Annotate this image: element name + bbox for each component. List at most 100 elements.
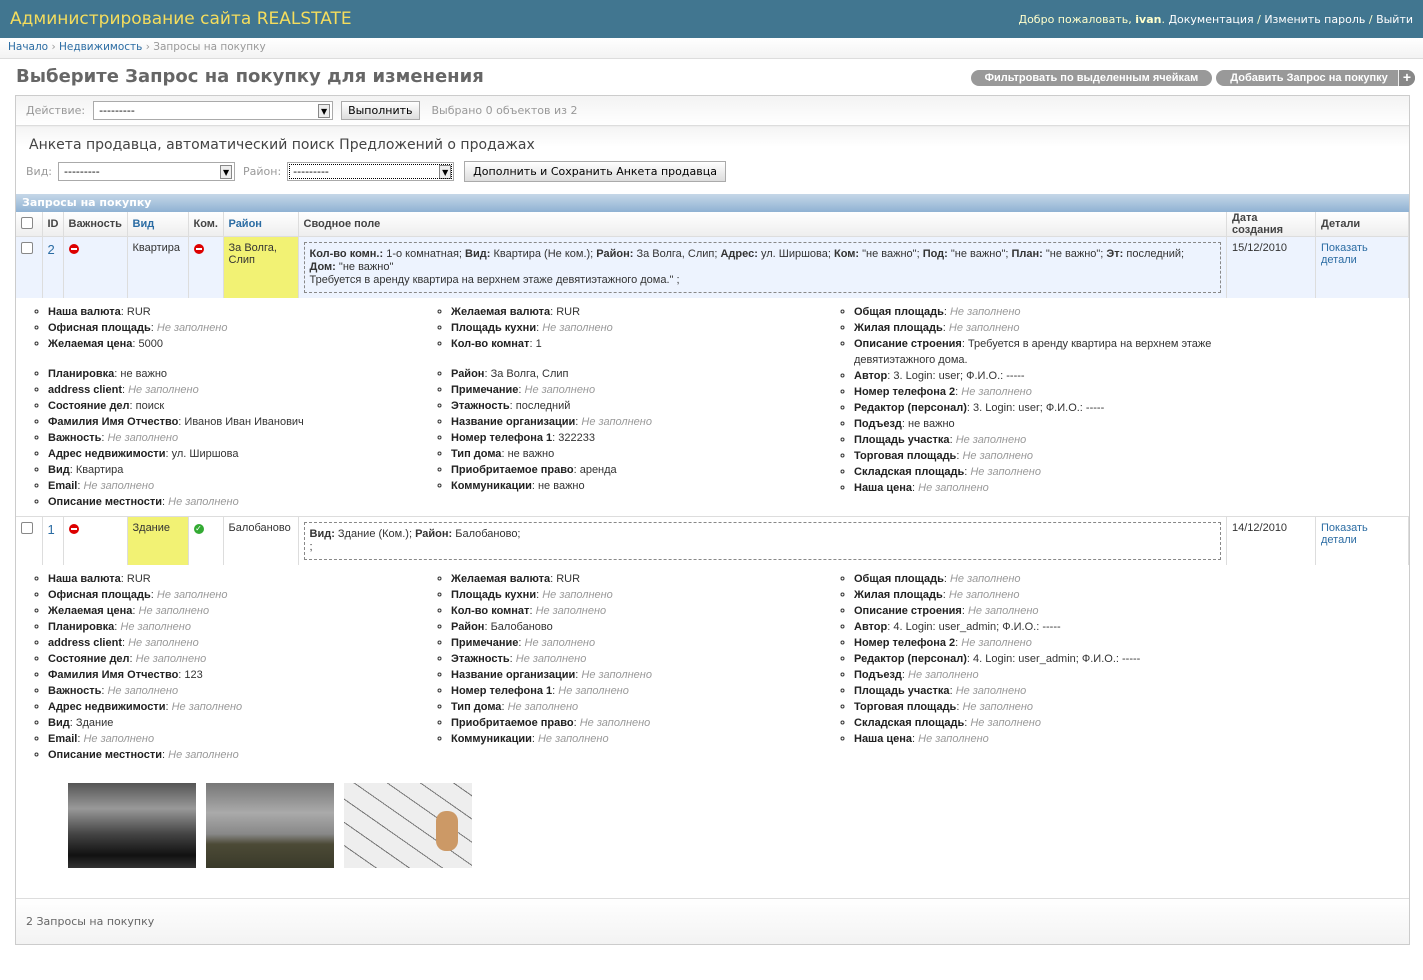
select-all-cell [16, 212, 43, 237]
photo-storm-sky[interactable] [68, 783, 196, 868]
summary-key: Адрес: [720, 248, 758, 260]
detail-key: Тип дома [451, 448, 502, 460]
detail-key: Фамилия Имя Отчество [48, 669, 179, 681]
detail-item: Email: Не заполнено [48, 478, 437, 494]
detail-key: Общая площадь [854, 306, 944, 318]
detail-item: Фамилия Имя Отчество: Иванов Иван Иванов… [48, 414, 437, 430]
save-seller-button[interactable]: Дополнить и Сохранить Анкета продавца [464, 161, 726, 182]
photo-geodesic-dome[interactable] [344, 783, 472, 868]
detail-value: RUR [126, 306, 151, 318]
docs-link[interactable]: Документация [1168, 13, 1253, 26]
detail-item: Район: За Волга, Слип [451, 366, 840, 382]
welcome-text: Добро пожаловать, [1018, 12, 1132, 26]
detail-item: Описание местности: Не заполнено [48, 494, 437, 510]
importance-cell [63, 236, 128, 298]
breadcrumb-home[interactable]: Начало [8, 41, 48, 53]
detail-value: RUR [556, 306, 581, 318]
created-cell: 14/12/2010 [1226, 517, 1316, 565]
vid-select[interactable]: --------- ▼ [58, 162, 236, 181]
detail-item: Общая площадь: Не заполнено [854, 571, 1243, 587]
detail-key: Приобритаемое право [451, 717, 574, 729]
actions-bar: Действие: --------- ▼ Выполнить Выбрано 0… [16, 96, 1409, 126]
detail-empty: Не заполнено [961, 386, 1032, 398]
detail-item: Приобритаемое право: аренда [451, 462, 840, 478]
detail-key: Площадь кухни [451, 322, 537, 334]
summary-value: Здание (Ком.); [334, 528, 416, 540]
row-checkbox[interactable] [21, 522, 33, 534]
detail-key: Площадь участка [854, 685, 950, 697]
detail-key: Наша цена [854, 733, 913, 745]
detail-item: address client: Не заполнено [48, 635, 437, 651]
summary-box: Кол-во комн.: 1-о комнатная; Вид: Кварти… [303, 242, 1221, 293]
filter-selected-button[interactable]: Фильтровать по выделенным ячейкам [970, 70, 1213, 86]
logout-link[interactable]: Выйти [1376, 13, 1413, 26]
detail-empty: Не заполнено [948, 589, 1020, 601]
summary-value: ; [309, 541, 313, 553]
col-vid[interactable]: Вид [127, 212, 189, 237]
detail-item: Район: Балобаново [451, 619, 840, 635]
col-importance[interactable]: Важность [63, 212, 128, 237]
detail-key: Жилая площадь [854, 322, 943, 334]
detail-empty: Не заполнено [962, 450, 1034, 462]
change-password-link[interactable]: Изменить пароль [1264, 13, 1365, 26]
breadcrumb-app[interactable]: Недвижимость [59, 41, 142, 53]
detail-item: Описание местности: Не заполнено [48, 747, 437, 763]
detail-key: Адрес недвижимости [48, 448, 166, 460]
show-details-link[interactable]: Показать детали [1321, 242, 1368, 266]
vid-cell: Квартира [127, 236, 189, 298]
detail-item: Офисная площадь: Не заполнено [48, 587, 437, 603]
detail-key: Торговая площадь [854, 450, 957, 462]
detail-empty: Не заполнено [949, 573, 1021, 585]
detail-item: Этажность: последний [451, 398, 840, 414]
rayon-label: Район: [243, 165, 282, 178]
detail-value: RUR [556, 573, 581, 585]
detail-key: Желаемая цена [48, 338, 133, 350]
detail-key: Жилая площадь [854, 589, 943, 601]
detail-key: Этажность [451, 653, 510, 665]
detail-key: Кол-во комнат [451, 605, 530, 617]
action-select[interactable]: --------- ▼ [93, 101, 334, 120]
col-created[interactable]: Дата создания [1226, 212, 1316, 237]
col-rayon[interactable]: Район [223, 212, 299, 237]
detail-value: не важно [537, 480, 585, 492]
detail-empty: Не заполнено [535, 605, 607, 617]
select-all-checkbox[interactable] [21, 216, 33, 229]
detail-key: Наша валюта [48, 573, 121, 585]
details-column: Желаемая валюта: RURПлощадь кухни: Не за… [437, 571, 840, 763]
table-row: 2 Квартира За Волга, Слип Кол-во комн.: 1-о… [16, 236, 1409, 298]
add-request-button[interactable]: Добавить Запрос на покупку + [1216, 70, 1415, 86]
detail-item: Описание строения: Не заполнено [854, 603, 1243, 619]
detail-key: Этажность [451, 400, 510, 412]
detail-item: Кол-во комнат: Не заполнено [451, 603, 840, 619]
detail-item: Желаемая валюта: RUR [451, 304, 840, 320]
summary-value: Требуется в аренду квартира на верхнем э… [309, 274, 680, 286]
detail-value: ул. Ширшова [171, 448, 239, 460]
breadcrumb: Начало › Недвижимость › Запросы на покуп… [0, 38, 1423, 59]
show-details-link[interactable]: Показать детали [1321, 522, 1368, 546]
col-id[interactable]: ID [42, 212, 64, 237]
detail-key: Офисная площадь [48, 322, 151, 334]
row-id-link[interactable]: 2 [48, 242, 55, 257]
run-action-button[interactable]: Выполнить [341, 101, 420, 120]
kom-cell: ✓ [188, 517, 224, 565]
table-row: 1 Здание ✓ Балобаново Вид: Здание (Ком.); Ра… [16, 517, 1409, 565]
check-icon: ✓ [193, 524, 204, 534]
detail-value: 4. Login: user_admin; Ф.И.О.: ----- [973, 653, 1141, 665]
row-id-link[interactable]: 1 [48, 522, 55, 537]
row-checkbox[interactable] [21, 242, 33, 254]
details-cell: Показать детали [1315, 517, 1409, 565]
detail-key: Редактор (персонал) [854, 653, 967, 665]
detail-empty: Не заполнено [955, 434, 1027, 446]
rayon-select[interactable]: --------- ▼ [287, 162, 455, 181]
detail-empty: Не заполнено [908, 669, 979, 681]
summary-value: За Волга, Слип; [633, 248, 721, 260]
detail-key: address client [48, 384, 122, 396]
detail-key: Номер телефона 2 [854, 386, 956, 398]
photo-field-sky[interactable] [206, 783, 334, 868]
col-kom[interactable]: Ком. [188, 212, 224, 237]
detail-item: Кол-во комнат: 1 [451, 336, 840, 352]
detail-item: Важность: Не заполнено [48, 683, 437, 699]
detail-item: Подъезд: не важно [854, 416, 1243, 432]
detail-empty: Не заполнено [156, 322, 228, 334]
detail-item: Вид: Квартира [48, 462, 437, 478]
